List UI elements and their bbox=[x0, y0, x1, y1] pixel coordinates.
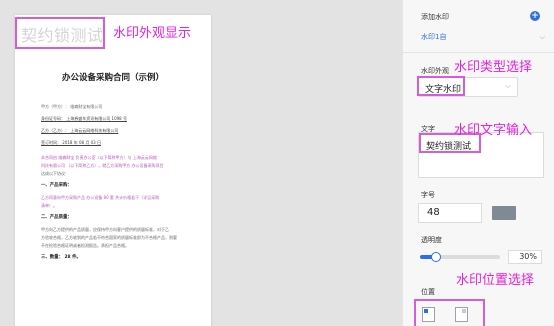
add-watermark-button[interactable]: + bbox=[530, 11, 540, 21]
document-page: 契约锁测试 办公设备采购合同（示例） 甲方（甲方）： 维森财宝有限公司 身份证号… bbox=[15, 15, 211, 326]
annotation-appearance: 水印外观显示 bbox=[113, 26, 192, 41]
type-highlight-box bbox=[417, 76, 465, 96]
position-marker bbox=[462, 309, 466, 313]
opacity-slider[interactable] bbox=[420, 252, 500, 262]
watermark-item-label: 水印1自 bbox=[421, 33, 447, 41]
chevron-down-icon: ⌵ bbox=[504, 81, 511, 90]
document-title: 办公设备采购合同（示例） bbox=[61, 73, 164, 83]
document-line: 乙方同意向甲方采购产品 办公设备 80 套 共计价格若干（详见采购 bbox=[41, 195, 160, 200]
document-line: 甲方向乙方提供的产品质量，应保持甲方向客户提供的质量标准，对于乙 bbox=[41, 227, 169, 232]
position-top-right-option[interactable] bbox=[455, 307, 468, 322]
document-line: 身份证号码： 上海券盛车资讯有限公司 1098 号 bbox=[41, 116, 127, 121]
document-line: 方验收合格，乙方收到的产品若不符合国家的质量标准即为不合格产品，则要 bbox=[41, 235, 177, 240]
font-size-label: 字号 bbox=[421, 191, 435, 199]
position-top-left-option[interactable] bbox=[422, 307, 435, 322]
annotation-text: 水印文字输入 bbox=[454, 123, 533, 138]
watermark-highlight-box bbox=[15, 17, 105, 49]
position-marker bbox=[424, 309, 428, 313]
font-size-input[interactable]: 48 bbox=[418, 203, 482, 223]
opacity-value-input[interactable]: 30% bbox=[508, 250, 542, 264]
document-line: 乙方（乙方）： 上海云云网络科技有限公司 bbox=[41, 128, 119, 133]
document-line: 三、数量： 28 件。 bbox=[41, 255, 81, 260]
document-line: 科技有限公司 （以下简称乙方），就乙方采购甲方 办公设备采购项目 bbox=[41, 163, 164, 168]
document-line: 二、产品质量： bbox=[41, 215, 72, 220]
chevron-down-icon: ⌵ bbox=[539, 33, 545, 41]
appearance-label: 水印外观 bbox=[421, 67, 449, 75]
document-line: 清单）。 bbox=[41, 203, 57, 208]
add-watermark-label: 添加水印 bbox=[421, 13, 449, 21]
watermark-item-selector[interactable]: 水印1自 ⌵ bbox=[421, 30, 545, 44]
document-line: 达成以下协议： bbox=[41, 171, 69, 176]
document-line: 本合同由 维森财宝 负责办公室（以下简称甲方）与 上海云云网络 bbox=[41, 155, 157, 160]
document-line: 一、产品采购： bbox=[41, 183, 72, 188]
document-line: 不在检验合格证明或者检测报告。承担产品合格。 bbox=[41, 243, 129, 248]
document-line: 甲方（甲方）： 维森财宝有限公司 bbox=[41, 104, 103, 109]
opacity-label: 透明度 bbox=[421, 236, 442, 244]
annotation-position: 水印位置选择 bbox=[456, 273, 535, 288]
divider bbox=[403, 52, 554, 53]
opacity-slider-thumb[interactable] bbox=[431, 252, 441, 262]
position-label: 位置 bbox=[421, 288, 435, 296]
color-swatch[interactable] bbox=[492, 206, 516, 220]
document-canvas: 契约锁测试 办公设备采购合同（示例） 甲方（甲方）： 维森财宝有限公司 身份证号… bbox=[0, 0, 402, 326]
annotation-type: 水印类型选择 bbox=[454, 60, 533, 75]
document-line: 签订时间： 2018 年 08 月 03 日 bbox=[41, 140, 101, 145]
